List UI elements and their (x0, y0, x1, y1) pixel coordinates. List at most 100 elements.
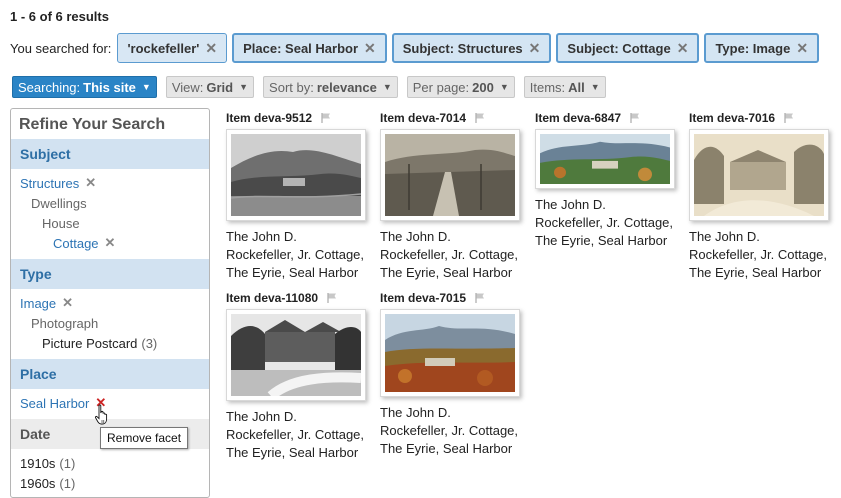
item-thumbnail[interactable] (380, 309, 520, 397)
remove-facet-tooltip: Remove facet (100, 427, 189, 449)
facet-body-place: Seal Harbor ✕ (11, 389, 209, 419)
close-icon[interactable]: ✕ (85, 175, 96, 191)
facet-item-seal-harbor: Seal Harbor ✕ (11, 393, 209, 413)
per-page-dropdown[interactable]: Per page: 200 ▼ (406, 76, 515, 98)
facet-count: (1) (59, 455, 76, 471)
search-chip-subject-cottage[interactable]: Subject: Cottage ✕ (556, 33, 700, 63)
chip-label: Subject: Cottage (567, 40, 671, 56)
results-count: 1 - 6 of 6 results (10, 9, 109, 24)
flag-icon[interactable] (474, 292, 486, 304)
facet-item-1910s[interactable]: 1910s (1) (11, 453, 209, 473)
facet-heading-subject[interactable]: Subject (11, 139, 209, 169)
close-icon[interactable]: ✕ (205, 40, 217, 57)
caret-down-icon: ▼ (590, 82, 600, 92)
view-dropdown[interactable]: View: Grid ▼ (165, 76, 255, 98)
caption-line: Rockefeller, Jr. Cottage, (535, 215, 674, 230)
result-item: Item deva-7014 The John D. Rockefeller, J… (380, 110, 530, 282)
facet-body-subject: Structures ✕ Dwellings House Cottage ✕ (11, 169, 209, 259)
item-caption: The John D. Rockefeller, Jr. Cottage, The … (226, 228, 378, 282)
caption-line: The John D. (380, 405, 451, 420)
hand-pointer-icon (94, 404, 108, 425)
dropdown-label: Sort by: (269, 79, 314, 95)
search-chip-subject-structures[interactable]: Subject: Structures ✕ (391, 33, 552, 63)
item-id-row: Item deva-7015 (380, 290, 530, 306)
facet-link[interactable]: Cottage (53, 236, 99, 251)
item-id-row: Item deva-7016 (689, 110, 839, 126)
item-thumbnail[interactable] (226, 309, 366, 401)
item-caption: The John D. Rockefeller, Jr. Cottage, The … (380, 404, 532, 458)
item-id[interactable]: Item deva-7016 (689, 111, 775, 125)
item-id-row: Item deva-6847 (535, 110, 685, 126)
facet-body-date: 1910s (1) 1960s (1) (11, 449, 209, 497)
facet-item-picture-postcard[interactable]: Picture Postcard (3) (11, 333, 209, 353)
flag-icon[interactable] (783, 112, 795, 124)
facet-item-photograph[interactable]: Photograph (11, 313, 209, 333)
facet-item-dwellings[interactable]: Dwellings (11, 193, 209, 213)
close-icon[interactable]: ✕ (364, 40, 376, 57)
facet-label: Photograph (31, 315, 99, 331)
items-dropdown[interactable]: Items: All ▼ (523, 76, 606, 98)
dropdown-label: View: (171, 79, 204, 95)
item-thumbnail[interactable] (535, 129, 675, 189)
sort-dropdown[interactable]: Sort by: relevance ▼ (263, 76, 398, 98)
item-id[interactable]: Item deva-9512 (226, 111, 312, 125)
result-item: Item deva-7016 The John D. Rockefeller, J… (689, 110, 839, 282)
facet-heading-place[interactable]: Place (11, 359, 209, 389)
caption-line: The John D. (535, 197, 606, 212)
close-icon[interactable]: ✕ (796, 40, 808, 57)
close-icon[interactable]: ✕ (105, 235, 116, 251)
facet-link[interactable]: Seal Harbor (20, 396, 89, 411)
chip-label: Type: Image (715, 40, 791, 56)
search-chip-type[interactable]: Type: Image ✕ (704, 33, 820, 63)
facet-link[interactable]: Image (20, 296, 56, 311)
item-thumbnail[interactable] (689, 129, 829, 221)
item-id[interactable]: Item deva-7014 (380, 111, 466, 125)
flag-icon[interactable] (629, 112, 641, 124)
item-id[interactable]: Item deva-6847 (535, 111, 621, 125)
searched-for-label: You searched for: (10, 40, 112, 56)
caret-down-icon: ▼ (499, 82, 509, 92)
close-icon[interactable]: ✕ (677, 40, 689, 57)
caption-line: The John D. (380, 229, 451, 244)
facet-heading-type[interactable]: Type (11, 259, 209, 289)
item-thumbnail[interactable] (226, 129, 366, 221)
flag-icon[interactable] (326, 292, 338, 304)
chip-label: Subject: Structures (402, 40, 523, 56)
item-id-row: Item deva-7014 (380, 110, 530, 126)
dropdown-value: Grid (206, 79, 234, 95)
dropdown-value: relevance (316, 79, 377, 95)
item-caption: The John D. Rockefeller, Jr. Cottage, The … (226, 408, 378, 462)
item-id[interactable]: Item deva-11080 (226, 291, 318, 305)
search-chip-keyword[interactable]: 'rockefeller' ✕ (117, 33, 228, 63)
facet-label: 1910s (20, 455, 56, 471)
close-icon[interactable]: ✕ (62, 295, 73, 311)
facet-count: (3) (141, 335, 158, 351)
caption-line: The John D. (689, 229, 760, 244)
facet-label: House (42, 215, 80, 231)
facet-item-1960s[interactable]: 1960s (1) (11, 473, 209, 493)
item-caption: The John D. Rockefeller, Jr. Cottage, The … (380, 228, 532, 282)
searching-dropdown[interactable]: Searching: This site ▼ (12, 76, 157, 98)
caption-line: The Eyrie, Seal Harbor (535, 233, 668, 248)
item-thumbnail[interactable] (380, 129, 520, 221)
thumbnail-image (231, 314, 362, 400)
search-chip-place[interactable]: Place: Seal Harbor ✕ (232, 33, 387, 63)
search-summary: You searched for: 'rockefeller' ✕ Place: … (10, 33, 824, 63)
facet-label: Dwellings (31, 195, 87, 211)
facet-item-house[interactable]: House (11, 213, 209, 233)
facet-link[interactable]: Structures (20, 176, 79, 191)
close-icon[interactable]: ✕ (529, 40, 541, 57)
flag-icon[interactable] (320, 112, 332, 124)
thumbnail-image (230, 134, 362, 216)
caption-line: Rockefeller, Jr. Cottage, (226, 247, 365, 262)
flag-icon[interactable] (474, 112, 486, 124)
caret-down-icon: ▼ (141, 82, 151, 92)
item-id[interactable]: Item deva-7015 (380, 291, 466, 305)
dropdown-value: This site (83, 79, 136, 95)
caret-down-icon: ▼ (382, 82, 392, 92)
item-caption: The John D. Rockefeller, Jr. Cottage, The … (689, 228, 841, 282)
caption-line: The Eyrie, Seal Harbor (380, 265, 513, 280)
thumbnail-image (385, 134, 515, 216)
facet-item-structures: Structures ✕ (11, 173, 209, 193)
thumbnail-image (694, 134, 824, 216)
